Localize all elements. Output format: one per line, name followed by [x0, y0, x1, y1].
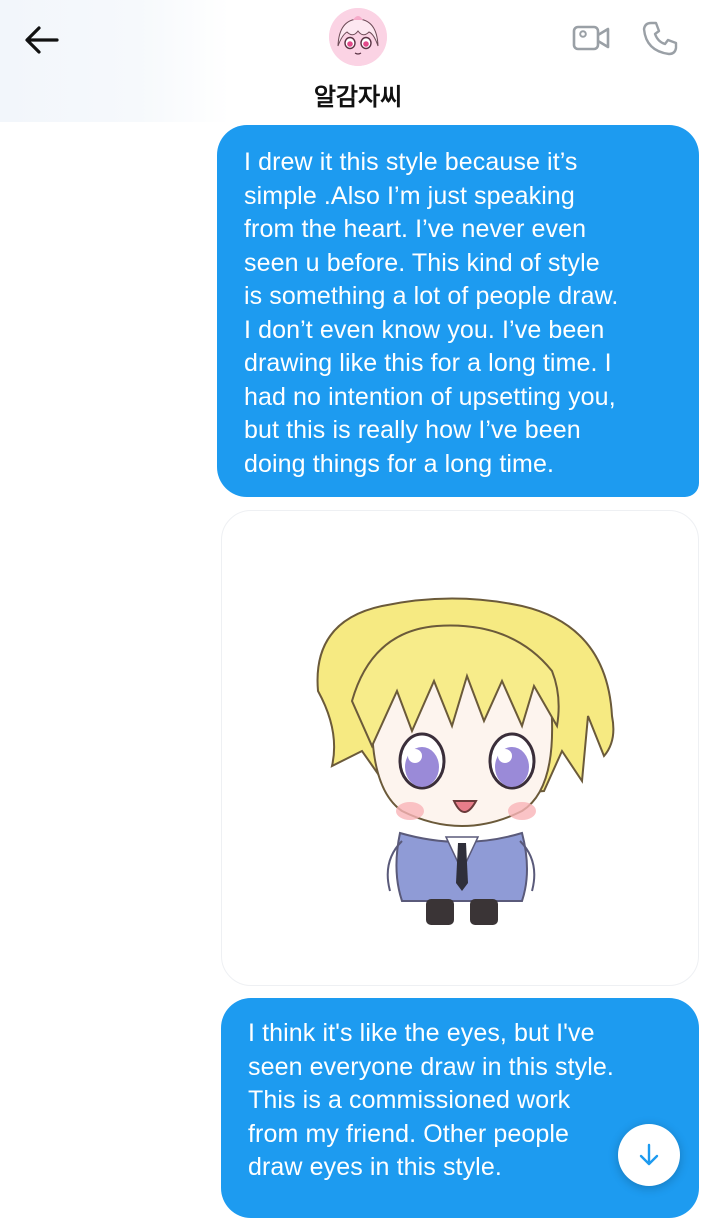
- contact-name[interactable]: 알감자씨: [280, 77, 436, 112]
- video-camera-icon: [572, 25, 610, 51]
- message-bubble-outgoing[interactable]: I drew it this style because it’s simple…: [217, 125, 699, 497]
- message-bubble-outgoing[interactable]: I think it's like the eyes, but I've see…: [221, 998, 699, 1218]
- header-background-fade: [0, 0, 230, 122]
- avatar-image: [329, 8, 387, 66]
- back-button[interactable]: [22, 20, 62, 60]
- phone-icon: [642, 21, 678, 56]
- message-image-attachment[interactable]: [221, 510, 699, 986]
- chibi-character-illustration: [316, 597, 615, 925]
- arrow-down-icon: [639, 1143, 659, 1166]
- conversation-header: 알감자씨: [0, 0, 715, 122]
- arrow-left-icon: [25, 26, 59, 54]
- scroll-to-bottom-button[interactable]: [618, 1124, 680, 1186]
- voice-call-button[interactable]: [640, 18, 680, 58]
- video-call-button[interactable]: [570, 20, 612, 56]
- contact-avatar[interactable]: [329, 8, 387, 66]
